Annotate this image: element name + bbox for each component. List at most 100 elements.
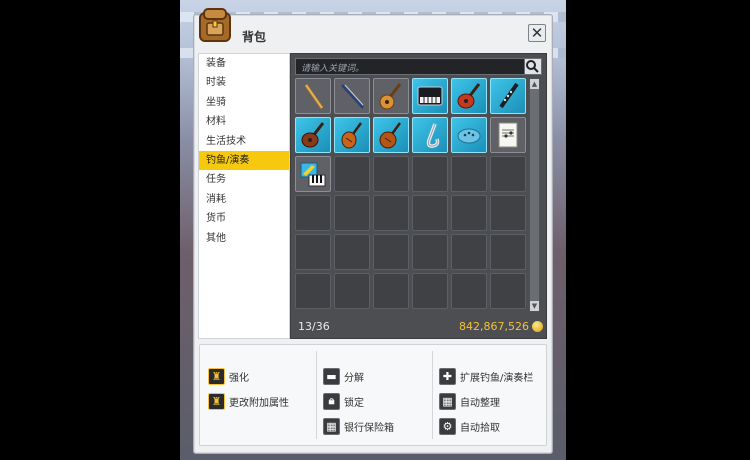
inventory-slot-empty[interactable]: [295, 195, 331, 231]
inventory-slot-empty[interactable]: [490, 234, 526, 270]
inventory-slot-empty[interactable]: [295, 273, 331, 309]
category-item[interactable]: 坐骑: [199, 93, 289, 112]
scroll-down-arrow-icon[interactable]: ▼: [530, 301, 539, 311]
inventory-slot-filled[interactable]: [295, 156, 331, 192]
inventory-slot-empty[interactable]: [334, 273, 370, 309]
inventory-slot-empty[interactable]: [412, 234, 448, 270]
piano-icon: [417, 86, 443, 106]
violin-icon: [341, 122, 363, 149]
category-item[interactable]: 时装: [199, 73, 289, 92]
category-item[interactable]: 材料: [199, 112, 289, 131]
enhance-label: 强化: [229, 372, 249, 384]
upgrade-anvil-icon: ♜: [208, 367, 225, 385]
expand-slots-button[interactable]: ✚ 扩展钓鱼/演奏栏: [439, 366, 533, 386]
inventory-slot-empty[interactable]: [373, 234, 409, 270]
inventory-slot-empty[interactable]: [412, 195, 448, 231]
inventory-window: 背包 ✕ 装备 时装 坐骑 材料 生活技术 钓鱼/演奏 任务 消耗 货币 其他 请输入关键词。 ▲…: [193, 8, 553, 454]
slot-count: 13/36: [298, 320, 330, 333]
column-divider: [316, 351, 317, 439]
inventory-slot-empty[interactable]: [334, 156, 370, 192]
meso-amount: 842,867,526: [459, 320, 529, 333]
grid-scrollbar[interactable]: ▲ ▼: [529, 78, 540, 312]
inventory-slot-filled[interactable]: [451, 78, 487, 114]
inventory-slot-empty[interactable]: [334, 234, 370, 270]
window-title: 背包: [242, 30, 267, 44]
inventory-slot-empty[interactable]: [451, 156, 487, 192]
search-icon: [526, 60, 539, 73]
change-attribute-button[interactable]: ♜ 更改附加属性: [208, 391, 289, 411]
inventory-slot-empty[interactable]: [412, 156, 448, 192]
disassemble-label: 分解: [344, 372, 364, 384]
category-item[interactable]: 任务: [199, 170, 289, 189]
inventory-slot-empty[interactable]: [490, 273, 526, 309]
flute-stick-icon: [304, 84, 324, 109]
search-input[interactable]: 请输入关键词。: [295, 58, 542, 75]
keyboard-synth-icon: [300, 162, 326, 187]
electric-guitar-icon: [457, 83, 481, 109]
action-column-items: ▬ 分解 🔒︎ 锁定 ▦ 银行保险箱: [323, 358, 433, 438]
inventory-slot-filled[interactable]: [334, 78, 370, 114]
clarinet-icon: [499, 82, 519, 109]
auto-sort-icon: ▦: [439, 392, 456, 410]
inventory-slot-empty[interactable]: [451, 195, 487, 231]
change-attribute-icon: ♜: [208, 392, 225, 410]
inventory-slot-empty[interactable]: [334, 195, 370, 231]
bank-safe-icon: ▦: [323, 417, 340, 435]
inventory-slot-empty[interactable]: [373, 273, 409, 309]
category-item[interactable]: 消耗: [199, 190, 289, 209]
inventory-slot-filled[interactable]: [373, 117, 409, 153]
left-black-border: [0, 0, 180, 460]
item-grid: [295, 78, 528, 312]
inventory-slot-filled[interactable]: [334, 117, 370, 153]
inventory-slot-empty[interactable]: [295, 234, 331, 270]
change-attribute-label: 更改附加属性: [229, 397, 289, 409]
inventory-slot-filled[interactable]: [295, 78, 331, 114]
category-item[interactable]: 其他: [199, 229, 289, 248]
disassemble-button[interactable]: ▬ 分解: [323, 366, 364, 386]
close-button[interactable]: ✕: [528, 24, 546, 42]
action-panel: ♜ 强化 ♜ 更改附加属性 ▬ 分解 🔒︎ 锁定 ▦ 银行保险箱 ✚ 扩展钓鱼/…: [199, 344, 547, 446]
title-bar[interactable]: 背包 ✕: [194, 8, 552, 55]
auto-pickup-label: 自动拾取: [460, 422, 500, 434]
auto-pickup-gear-icon: ⚙: [439, 417, 456, 435]
inventory-slot-empty[interactable]: [451, 234, 487, 270]
enhance-button[interactable]: ♜ 强化: [208, 366, 249, 386]
lock-label: 锁定: [344, 397, 364, 409]
saxophone-icon: [426, 123, 440, 148]
inventory-slot-filled[interactable]: [490, 117, 526, 153]
category-item[interactable]: 装备: [199, 54, 289, 73]
inventory-slot-empty[interactable]: [490, 195, 526, 231]
violin-bow-icon: [341, 84, 364, 109]
category-item[interactable]: 货币: [199, 209, 289, 228]
inventory-slot-empty[interactable]: [373, 156, 409, 192]
inventory-slot-filled[interactable]: [373, 78, 409, 114]
disassemble-icon: ▬: [323, 367, 340, 385]
auto-pickup-button[interactable]: ⚙ 自动拾取: [439, 416, 500, 436]
column-divider: [432, 351, 433, 439]
cello-icon: [379, 122, 402, 149]
sheet-music-icon: [498, 122, 518, 148]
category-item[interactable]: 钓鱼/演奏: [199, 150, 289, 171]
inventory-slot-empty[interactable]: [451, 273, 487, 309]
search-button[interactable]: [524, 59, 541, 74]
inventory-slot-filled[interactable]: [451, 117, 487, 153]
search-placeholder: 请输入关键词。: [301, 64, 365, 74]
inventory-slot-filled[interactable]: [412, 78, 448, 114]
inventory-slot-empty[interactable]: [373, 195, 409, 231]
scroll-up-arrow-icon[interactable]: ▲: [530, 79, 539, 89]
inventory-slot-filled[interactable]: [412, 117, 448, 153]
inventory-slot-empty[interactable]: [490, 156, 526, 192]
inventory-slot-empty[interactable]: [412, 273, 448, 309]
lock-icon: 🔒︎: [323, 392, 340, 410]
auto-sort-label: 自动整理: [460, 397, 500, 409]
auto-sort-button[interactable]: ▦ 自动整理: [439, 391, 500, 411]
coin-icon: [532, 321, 543, 332]
inventory-slot-filled[interactable]: [490, 78, 526, 114]
inventory-slot-filled[interactable]: [295, 117, 331, 153]
expand-plus-icon: ✚: [439, 367, 456, 385]
lock-button[interactable]: 🔒︎ 锁定: [323, 391, 364, 411]
inventory-footer: 13/36 842,867,526: [295, 317, 544, 337]
category-item[interactable]: 生活技术: [199, 132, 289, 151]
inventory-panel: 请输入关键词。 ▲ ▼ 13/36 842,867,526: [290, 53, 547, 339]
bank-safe-button[interactable]: ▦ 银行保险箱: [323, 416, 394, 436]
